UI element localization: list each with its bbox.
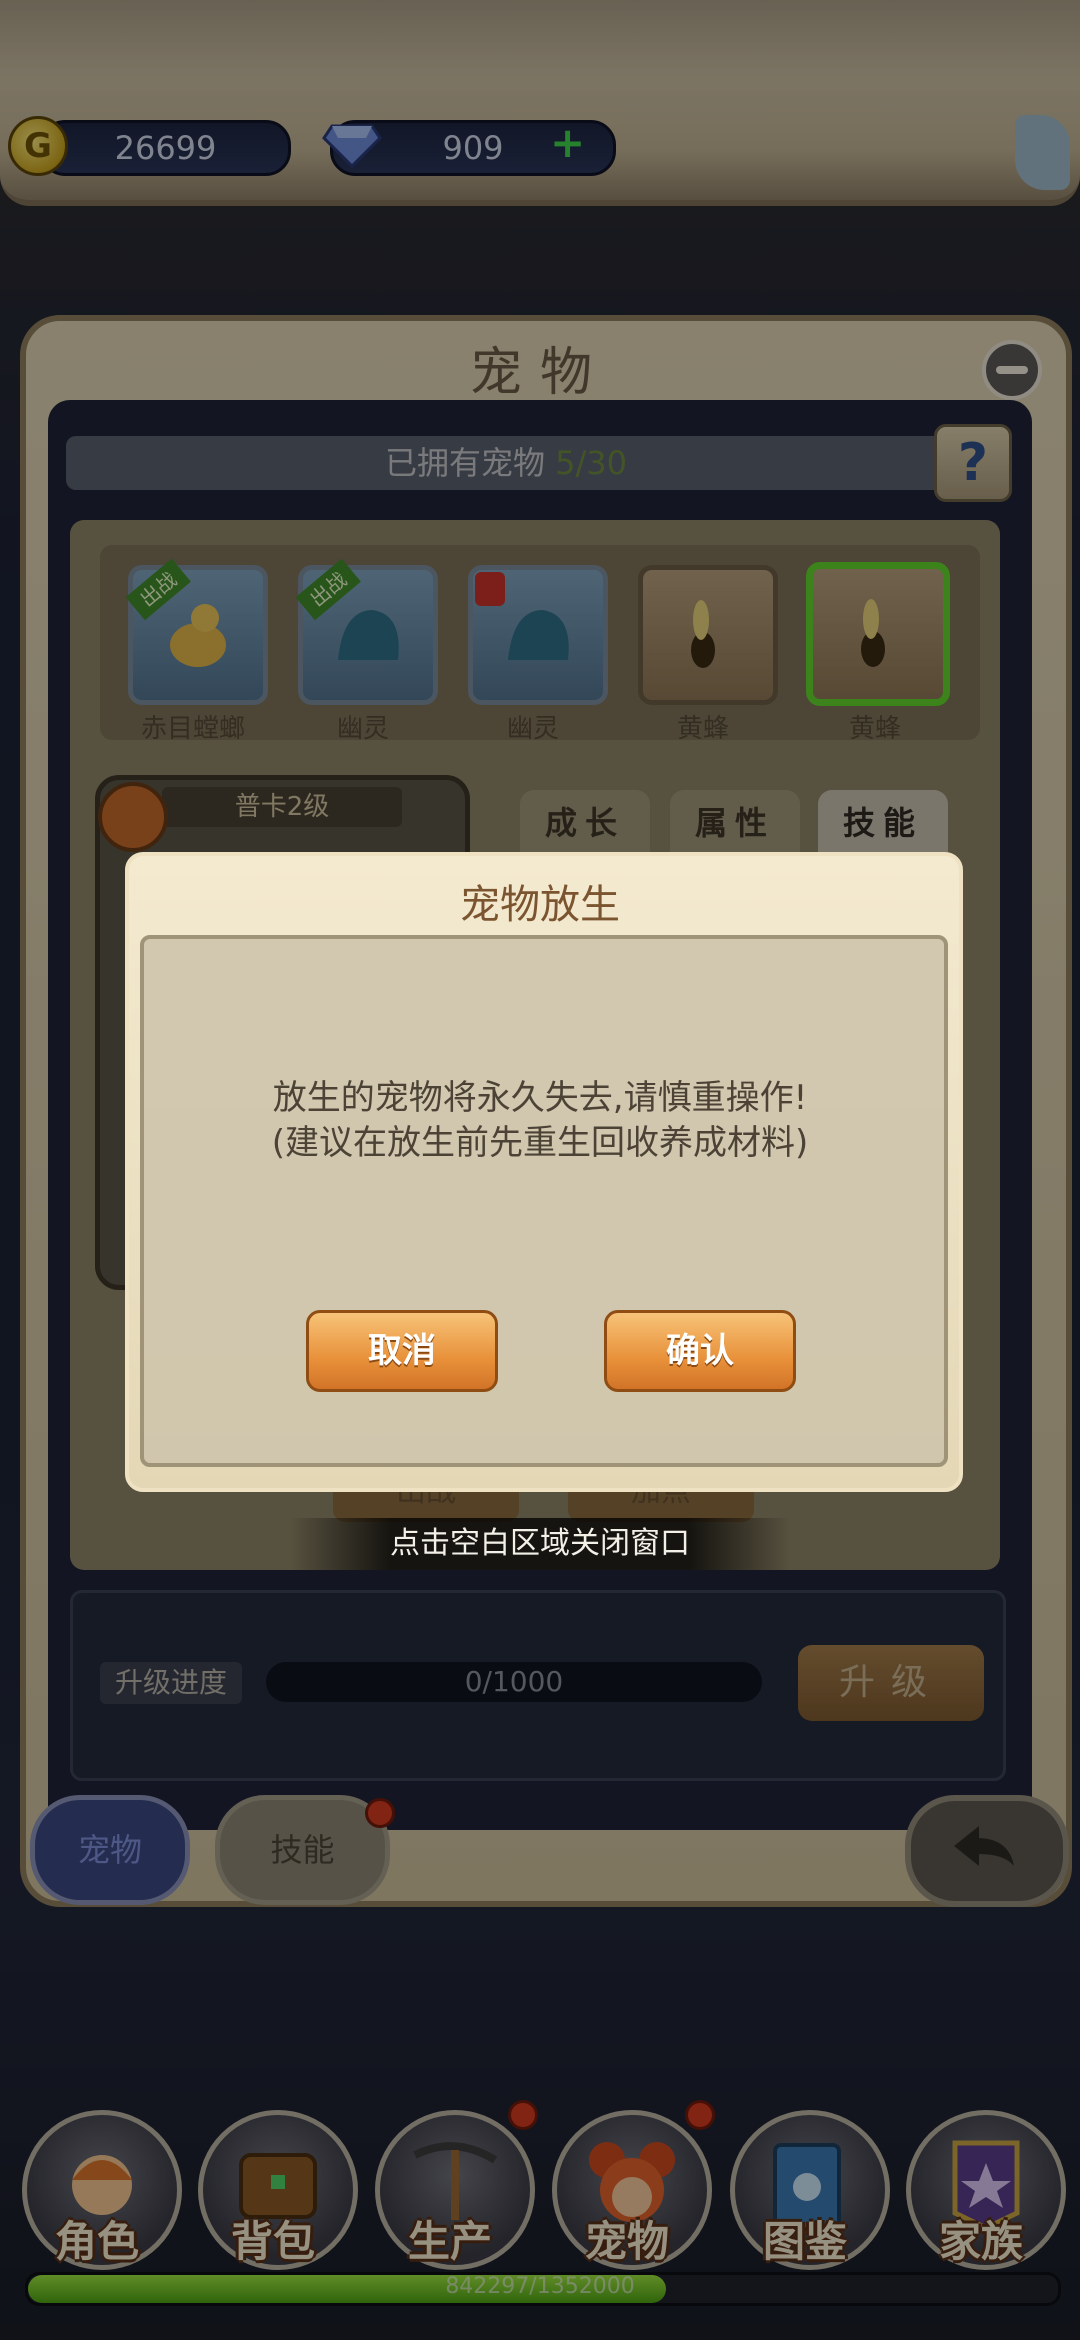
dialog-message-line2: (建议在放生前先重生回收养成材料): [271, 1123, 809, 1163]
dialog-body: [140, 935, 948, 1467]
close-hint: 点击空白区域关闭窗口: [290, 1518, 790, 1570]
dialog-title: 宠物放生: [460, 882, 620, 928]
confirm-button[interactable]: 确认: [604, 1310, 796, 1392]
dialog-message-line1: 放生的宠物将永久失去,请慎重操作!: [272, 1078, 808, 1118]
cancel-button[interactable]: 取消: [306, 1310, 498, 1392]
